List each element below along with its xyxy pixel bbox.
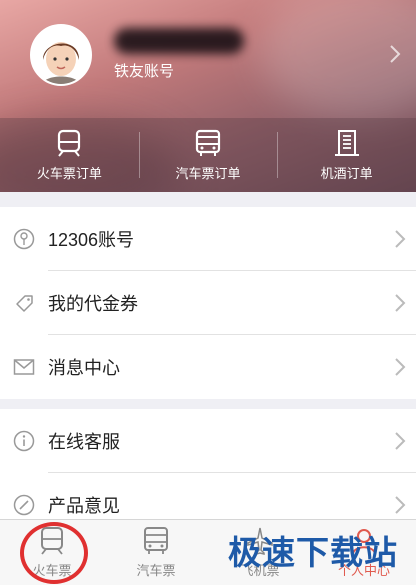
menu-item-label: 12306账号 [48,230,135,250]
info-icon [12,429,36,453]
menu-group-support: 在线客服 产品意见 [0,409,416,519]
tab-label: 汽车票 [136,563,176,578]
bus-order-button[interactable]: 汽车票订单 [138,118,278,192]
chevron-right-icon [395,358,406,376]
menu-item-label: 消息中心 [48,358,120,378]
train-order-button[interactable]: 火车票订单 [0,118,139,192]
tree-icon [12,227,36,251]
profile-header: 铁友账号 火车票订单 汽车票订单 机酒订单 [0,0,416,192]
pen-icon [12,493,36,517]
chevron-right-icon [395,432,406,450]
chevron-right-icon[interactable] [388,44,402,64]
username-blurred [114,28,244,54]
menu-item-label: 我的代金券 [48,294,138,314]
hotel-flight-order-button[interactable]: 机酒订单 [277,118,416,192]
bus-order-label: 汽车票订单 [175,166,241,181]
menu-item-coupons[interactable]: 我的代金券 [0,271,416,335]
train-icon [58,129,81,157]
mail-icon [12,355,36,379]
chevron-right-icon [395,496,406,514]
order-shortcuts: 火车票订单 汽车票订单 机酒订单 [0,118,416,192]
menu-item-messages[interactable]: 消息中心 [0,335,416,399]
hotel-icon [334,130,359,156]
menu-item-online-service[interactable]: 在线客服 [0,409,416,473]
avatar-icon [32,26,90,84]
annotation-circle [20,522,88,584]
hotel-flight-order-label: 机酒订单 [320,166,373,181]
menu-item-12306-account[interactable]: 12306账号 [0,207,416,271]
coupon-icon [12,291,36,315]
account-type-label: 铁友账号 [114,63,175,80]
avatar[interactable] [30,24,92,86]
chevron-right-icon [395,294,406,312]
menu-item-label: 在线客服 [48,432,120,452]
bus-icon [144,527,168,554]
menu-group-account: 12306账号 我的代金券 消息中心 [0,207,416,399]
chevron-right-icon [395,230,406,248]
train-order-label: 火车票订单 [36,166,102,181]
menu-item-label: 产品意见 [48,496,120,516]
watermark-text: 极速下载站 [228,533,398,572]
tab-bus-tickets[interactable]: 汽车票 [104,520,208,585]
bus-icon [195,129,221,156]
